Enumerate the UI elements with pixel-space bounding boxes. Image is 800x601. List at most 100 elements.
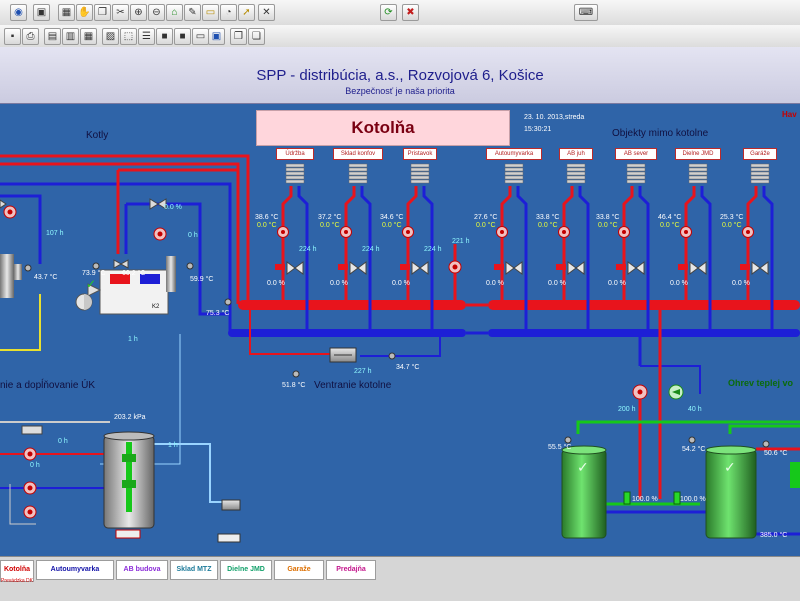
circuit-pump-rotor xyxy=(406,230,410,234)
expansion-valve-indicator[interactable] xyxy=(115,529,141,539)
globe-icon[interactable]: ◉ xyxy=(10,4,27,21)
zoom-in-icon[interactable]: ⊕ xyxy=(130,4,147,21)
auto-refill-indicator[interactable] xyxy=(217,533,241,543)
page-subtitle: Bezpečnosť je naša priorita xyxy=(345,86,455,96)
print-icon[interactable]: ⎙ xyxy=(22,28,39,45)
tab-ab-budova[interactable]: AB budova xyxy=(116,560,168,580)
pencil-icon[interactable]: ✎ xyxy=(184,4,201,21)
valve-actuator xyxy=(275,264,285,270)
circuit-tag[interactable]: Pristavok xyxy=(403,148,437,160)
radiator-fin xyxy=(566,175,586,180)
radiator-fin xyxy=(504,179,524,184)
k2-fan-flow: 1 h xyxy=(128,336,138,343)
circuit-temp-diff: 0.0 °C xyxy=(722,222,742,229)
refill-pumps[interactable] xyxy=(23,447,37,519)
shape-icon[interactable]: ⬚ xyxy=(120,28,137,45)
kotolna-title: Kotolňa xyxy=(256,110,510,146)
grid-icon[interactable]: ▦ xyxy=(58,4,75,21)
mixing-valve[interactable] xyxy=(627,261,645,275)
distributor-pump[interactable] xyxy=(448,244,462,300)
mixing-valve[interactable] xyxy=(567,261,585,275)
circuit-tag[interactable]: Sklad konfov xyxy=(333,148,383,160)
save-icon[interactable]: ▪ xyxy=(4,28,21,45)
mixing-valve[interactable] xyxy=(689,261,707,275)
table-icon[interactable]: ▦ xyxy=(80,28,97,45)
circuit-tag[interactable]: Dielne JMD xyxy=(675,148,721,160)
gauge-icon[interactable]: ◔ xyxy=(220,4,237,21)
chart-icon[interactable]: ▨ xyxy=(102,28,119,45)
stop-icon[interactable]: ✖ xyxy=(402,4,419,21)
tab-sklad-mtz[interactable]: Sklad MTZ xyxy=(170,560,218,580)
ventilation-label: Ventranie kotolne xyxy=(314,380,392,391)
cut-icon[interactable]: ▤ xyxy=(44,28,61,45)
hw-temp-right: 50.6 °C xyxy=(764,450,788,457)
refresh-icon[interactable]: ⟳ xyxy=(380,4,397,21)
mixing-valve[interactable] xyxy=(411,261,429,275)
hw-temp-bottom: 385.0 °C xyxy=(760,532,788,539)
circuit-pump-rotor xyxy=(622,230,626,234)
tab-dielne-jmd[interactable]: Dielne JMD xyxy=(220,560,272,580)
circuit-valve-pct: 0.0 % xyxy=(548,280,566,287)
mixing-valve[interactable] xyxy=(349,261,367,275)
circuit-temp-diff: 0.0 °C xyxy=(476,222,496,229)
tab-garaze[interactable]: Garaže xyxy=(274,560,324,580)
window-icon[interactable]: ▣ xyxy=(208,28,225,45)
lock-icon[interactable]: ▣ xyxy=(33,4,50,21)
scissors-icon[interactable]: ✂ xyxy=(112,4,129,21)
mixing-valve[interactable] xyxy=(505,261,523,275)
circuit-tag[interactable]: Údržba xyxy=(276,148,314,160)
tab-predajna[interactable]: Predajňa xyxy=(326,560,376,580)
boiler-k1[interactable] xyxy=(0,254,14,298)
screen-tabs: Kotolňa Prevádzka DK Autoumyvarka AB bud… xyxy=(0,556,800,601)
circuit-temp-diff: 0.0 °C xyxy=(320,222,340,229)
return-header-left xyxy=(228,329,466,337)
hw-pump-flow-right: 40 h xyxy=(688,406,702,413)
tab-autoumyvarka[interactable]: Autoumyvarka xyxy=(36,560,114,580)
hot-water-pumps[interactable] xyxy=(632,384,684,400)
circuit-tag[interactable]: Autoumyvarka xyxy=(486,148,542,160)
scada-date: 23. 10. 2013,streda xyxy=(524,114,585,121)
circuit-supply-temp: 37.2 °C xyxy=(318,214,342,221)
doc-icon[interactable]: ▭ xyxy=(192,28,209,45)
refill-pump-unit[interactable] xyxy=(221,499,241,511)
circuit-tag[interactable]: AB juh xyxy=(559,148,593,160)
zoom-out-icon[interactable]: ⊖ xyxy=(148,4,165,21)
circuit-valve-pct: 0.0 % xyxy=(486,280,504,287)
radiator-fin xyxy=(626,167,646,172)
radiator-fin xyxy=(750,163,770,168)
hand-icon[interactable]: ✋ xyxy=(76,4,93,21)
mixing-valve[interactable] xyxy=(286,261,304,275)
boiler-pumps[interactable] xyxy=(0,198,167,269)
scada-diagram: K2 ✓ ✓ ✓ xyxy=(0,154,800,543)
refill-valve-indicator[interactable] xyxy=(21,425,43,435)
hot-water-tank-left[interactable]: ✓ xyxy=(561,445,607,539)
square-icon[interactable]: ■ xyxy=(156,28,173,45)
keyboard-icon[interactable]: ⌨ xyxy=(574,4,598,21)
paste-icon[interactable]: ▥ xyxy=(62,28,79,45)
tools-icon[interactable]: ✕ xyxy=(258,4,275,21)
boiler-k2-chimney xyxy=(166,256,176,292)
expansion-vessel[interactable] xyxy=(103,431,155,529)
boiler-k2-label: K2 xyxy=(152,304,160,310)
mixing-valve[interactable] xyxy=(751,261,769,275)
window3-icon[interactable]: ❏ xyxy=(248,28,265,45)
home-icon[interactable]: ⌂ xyxy=(166,4,183,21)
radiator-fin xyxy=(348,167,368,172)
circuit-tag[interactable]: Garáže xyxy=(743,148,777,160)
k1-pump-flow: 107 h xyxy=(46,230,64,237)
radiator-fin xyxy=(688,175,708,180)
alarm-label[interactable]: Hav xyxy=(782,110,797,119)
window2-icon[interactable]: ❐ xyxy=(230,28,247,45)
radiator-fin xyxy=(626,163,646,168)
circuit-tag[interactable]: AB sever xyxy=(615,148,657,160)
valve-actuator xyxy=(494,264,504,270)
arrow-icon[interactable]: ➚ xyxy=(238,4,255,21)
list-icon[interactable]: ☰ xyxy=(138,28,155,45)
square2-icon[interactable]: ■ xyxy=(174,28,191,45)
valve-actuator xyxy=(556,264,566,270)
folder-icon[interactable]: ▭ xyxy=(202,4,219,21)
copy-icon[interactable]: ❐ xyxy=(94,4,111,21)
vent-temp-left: 51.8 °C xyxy=(282,382,306,389)
hot-water-tank-right[interactable]: ✓ xyxy=(705,445,757,539)
tank-left-temp: 55.5 °C xyxy=(548,444,572,451)
